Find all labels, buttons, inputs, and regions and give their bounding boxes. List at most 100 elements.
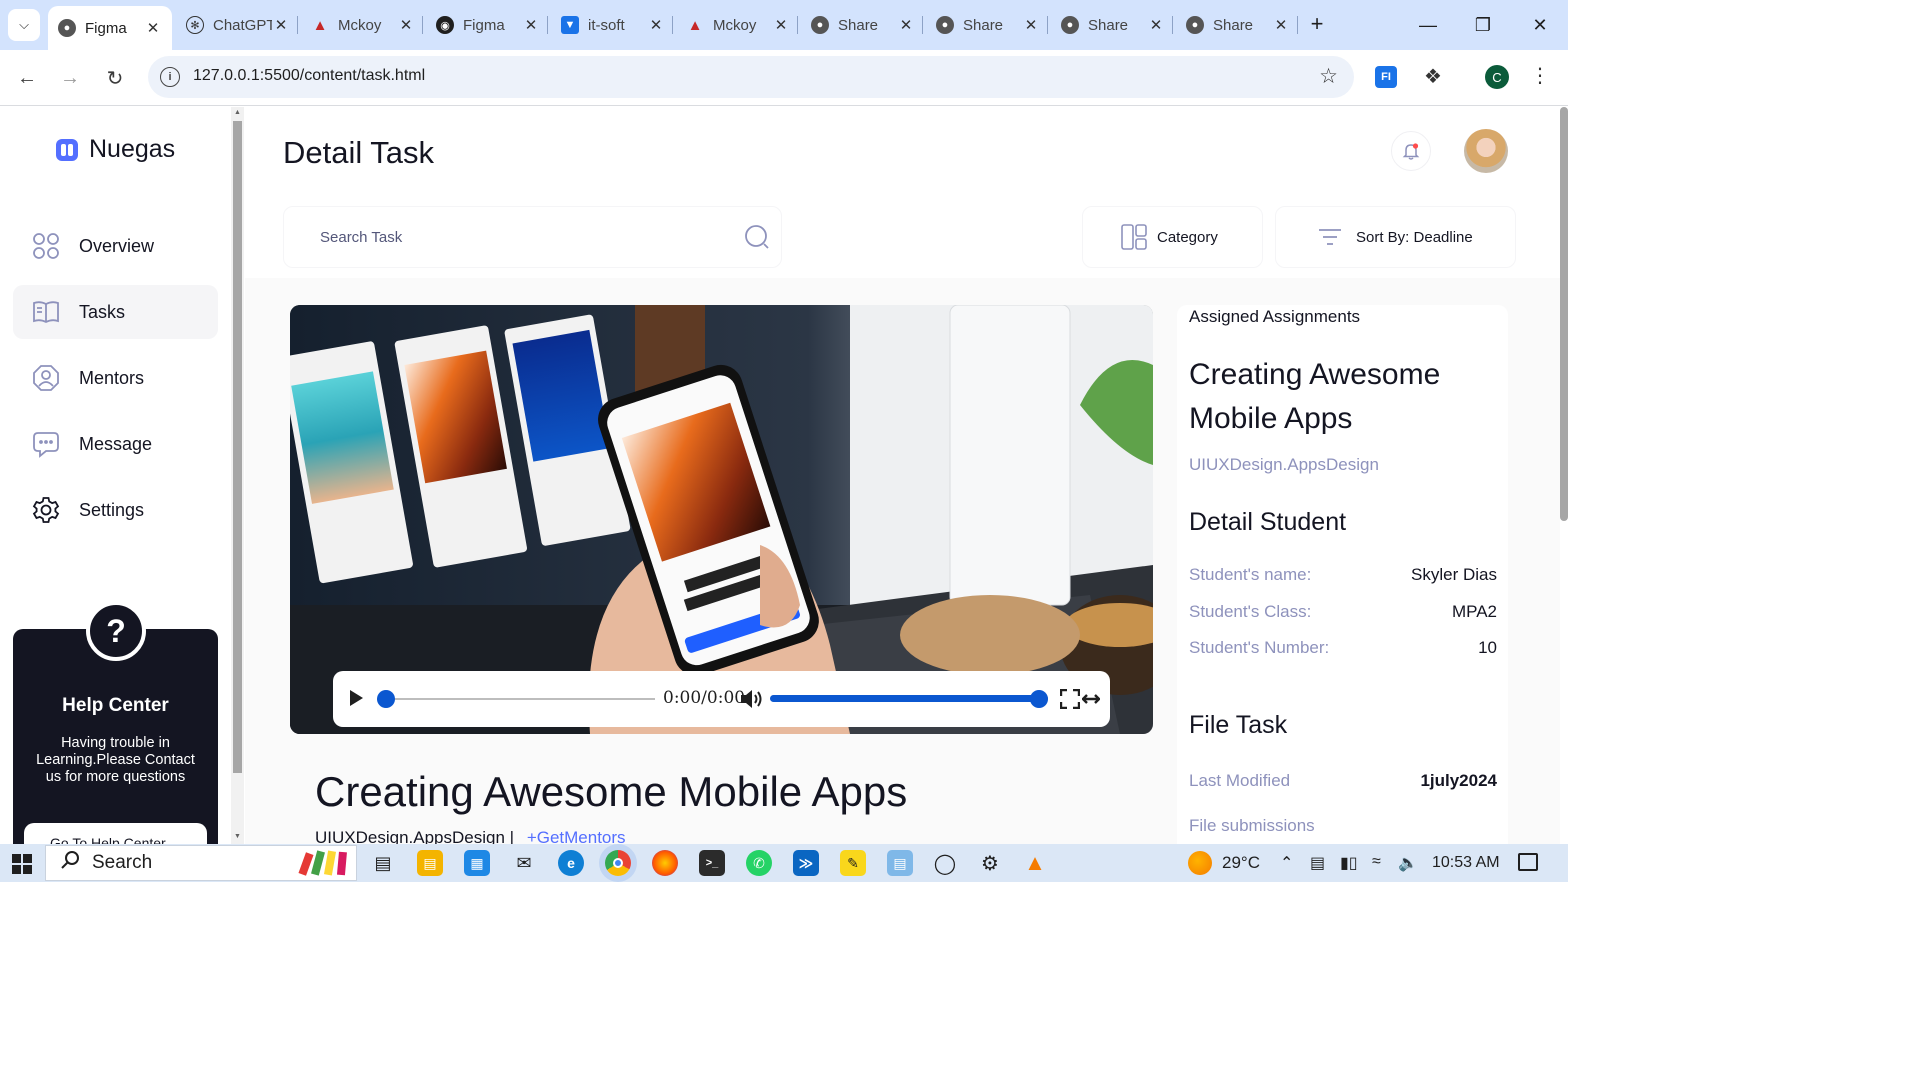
terminal-icon[interactable]: >_	[699, 850, 725, 876]
assignment-title: Creating Awesome Mobile Apps	[1189, 358, 1441, 435]
browser-tab[interactable]: ● Share ✕	[801, 8, 925, 42]
browser-tab[interactable]: ● Figma ✕	[48, 6, 172, 50]
browser-tab[interactable]: ◉ Figma ✕	[426, 8, 550, 42]
notification-button[interactable]	[1391, 131, 1431, 171]
browser-tab-bar: ⌵ ● Figma ✕ ✻ ChatGPT ✕ ▲ Mckoy ✕ ◉ Figm…	[0, 0, 1568, 50]
reload-icon[interactable]: ↻	[100, 63, 130, 93]
browser-tab[interactable]: ● Share ✕	[926, 8, 1050, 42]
get-mentors-link[interactable]: +GetMentors	[527, 828, 626, 844]
globe-icon: ●	[811, 16, 829, 34]
wifi-icon[interactable]: ≈	[1372, 853, 1381, 871]
windows-start-icon[interactable]	[12, 854, 32, 874]
sidebar-item-message[interactable]: Message	[13, 417, 218, 471]
forward-arrow-icon[interactable]: →	[55, 63, 85, 93]
page-scrollbar[interactable]	[1560, 107, 1568, 844]
user-avatar[interactable]	[1464, 129, 1508, 173]
file-explorer-icon[interactable]: ▤	[417, 850, 443, 876]
settings-gear-icon[interactable]: ⚙	[977, 850, 1003, 876]
browser-tab[interactable]: ● Share ✕	[1176, 8, 1300, 42]
browser-tab[interactable]: ● Share ✕	[1051, 8, 1175, 42]
user-octagon-icon	[31, 363, 61, 393]
page-scrollbar-thumb[interactable]	[1560, 107, 1568, 521]
help-center-button[interactable]: Go To Help Center	[24, 823, 207, 844]
address-bar[interactable]: i 127.0.0.1:5500/content/task.html ☆	[148, 56, 1354, 98]
fullscreen-icon[interactable]	[1060, 689, 1080, 709]
scroll-up-arrow-icon[interactable]: ▲	[233, 109, 242, 116]
extension-icon[interactable]: FI	[1375, 66, 1397, 88]
firefox-icon[interactable]	[652, 850, 678, 876]
battery-icon[interactable]: ▮▯	[1340, 853, 1358, 873]
close-tab-icon[interactable]: ✕	[772, 16, 790, 34]
close-tab-icon[interactable]: ✕	[1147, 16, 1165, 34]
search-icon[interactable]	[744, 224, 770, 250]
scrollbar-thumb[interactable]	[233, 121, 242, 773]
close-tab-icon[interactable]: ✕	[522, 16, 540, 34]
taskbar-clock[interactable]: 10:53 AM	[1432, 854, 1500, 872]
category-button[interactable]: Category	[1082, 206, 1263, 268]
task-meta: UIUXDesign.AppsDesign | +GetMentors	[315, 828, 626, 844]
sidebar-item-mentors[interactable]: Mentors	[13, 351, 218, 405]
shield-icon: ▼	[561, 16, 579, 34]
tab-separator	[797, 16, 798, 34]
task-video[interactable]: 0:00/0:00	[290, 305, 1153, 734]
volume-icon[interactable]	[739, 688, 763, 710]
category-icon	[31, 231, 61, 261]
play-icon[interactable]	[347, 689, 365, 707]
sidebar-item-settings[interactable]: Settings	[13, 483, 218, 537]
task-view-icon[interactable]: ▤	[370, 850, 396, 876]
chrome-icon[interactable]	[605, 850, 631, 876]
browser-tab[interactable]: ▲ Mckoy ✕	[676, 8, 800, 42]
whatsapp-icon[interactable]: ✆	[746, 850, 772, 876]
kebab-menu-icon[interactable]: ⋮	[1530, 63, 1550, 91]
minimize-icon[interactable]: —	[1413, 10, 1443, 40]
edge-icon[interactable]: e	[558, 850, 584, 876]
seek-handle[interactable]	[377, 690, 395, 708]
brand[interactable]: Nuegas	[56, 135, 175, 164]
speaker-icon[interactable]: 🔈	[1398, 853, 1418, 873]
obs-icon[interactable]: ◯	[932, 850, 958, 876]
github-icon: ◉	[436, 16, 454, 34]
site-info-icon[interactable]: i	[160, 67, 180, 87]
browser-tab[interactable]: ▼ it-soft ✕	[551, 8, 675, 42]
mail-icon[interactable]: ✉	[511, 850, 537, 876]
close-tab-icon[interactable]: ✕	[272, 16, 290, 34]
vlc-cone-icon[interactable]: ▲	[1022, 850, 1048, 876]
sidebar-scrollbar[interactable]: ▲ ▼	[231, 107, 244, 844]
restore-icon[interactable]: ❐	[1468, 10, 1498, 40]
close-window-icon[interactable]: ✕	[1525, 10, 1555, 40]
close-tab-icon[interactable]: ✕	[1272, 16, 1290, 34]
browser-tab[interactable]: ▲ Mckoy ✕	[301, 8, 425, 42]
sidebar-item-overview[interactable]: Overview	[13, 219, 218, 273]
weather-widget[interactable]: 29°C	[1188, 851, 1260, 875]
browser-tab[interactable]: ✻ ChatGPT ✕	[176, 8, 300, 42]
volume-slider[interactable]	[770, 690, 1048, 708]
seek-bar[interactable]	[377, 690, 655, 708]
sticky-notes-icon[interactable]: ✎	[840, 850, 866, 876]
more-options-icon[interactable]	[1082, 691, 1100, 707]
close-tab-icon[interactable]: ✕	[897, 16, 915, 34]
chevron-up-icon[interactable]: ⌃	[1280, 853, 1293, 873]
profile-avatar[interactable]: C	[1485, 65, 1509, 89]
vscode-icon[interactable]: ≫	[793, 850, 819, 876]
volume-handle[interactable]	[1030, 690, 1048, 708]
video-controls: 0:00/0:00	[333, 671, 1110, 727]
bookmark-star-icon[interactable]: ☆	[1319, 64, 1338, 89]
search-input[interactable]	[320, 225, 720, 249]
close-tab-icon[interactable]: ✕	[647, 16, 665, 34]
store-icon[interactable]: ▦	[464, 850, 490, 876]
sort-button[interactable]: Sort By: Deadline	[1275, 206, 1516, 268]
sidebar-item-tasks[interactable]: Tasks	[13, 285, 218, 339]
notepad-icon[interactable]: ▤	[887, 850, 913, 876]
tab-search-button[interactable]: ⌵	[8, 9, 40, 41]
close-tab-icon[interactable]: ✕	[144, 19, 162, 37]
globe-icon: ●	[1186, 16, 1204, 34]
puzzle-icon[interactable]: ❖	[1420, 64, 1446, 90]
notifications-icon[interactable]	[1518, 853, 1538, 871]
scroll-down-arrow-icon[interactable]: ▼	[233, 833, 242, 840]
close-tab-icon[interactable]: ✕	[397, 16, 415, 34]
new-tab-button[interactable]: +	[1304, 12, 1330, 38]
meet-now-icon[interactable]: ▤	[1310, 853, 1325, 873]
back-arrow-icon[interactable]: ←	[12, 63, 42, 93]
url-text[interactable]: 127.0.0.1:5500/content/task.html	[193, 67, 425, 85]
close-tab-icon[interactable]: ✕	[1022, 16, 1040, 34]
